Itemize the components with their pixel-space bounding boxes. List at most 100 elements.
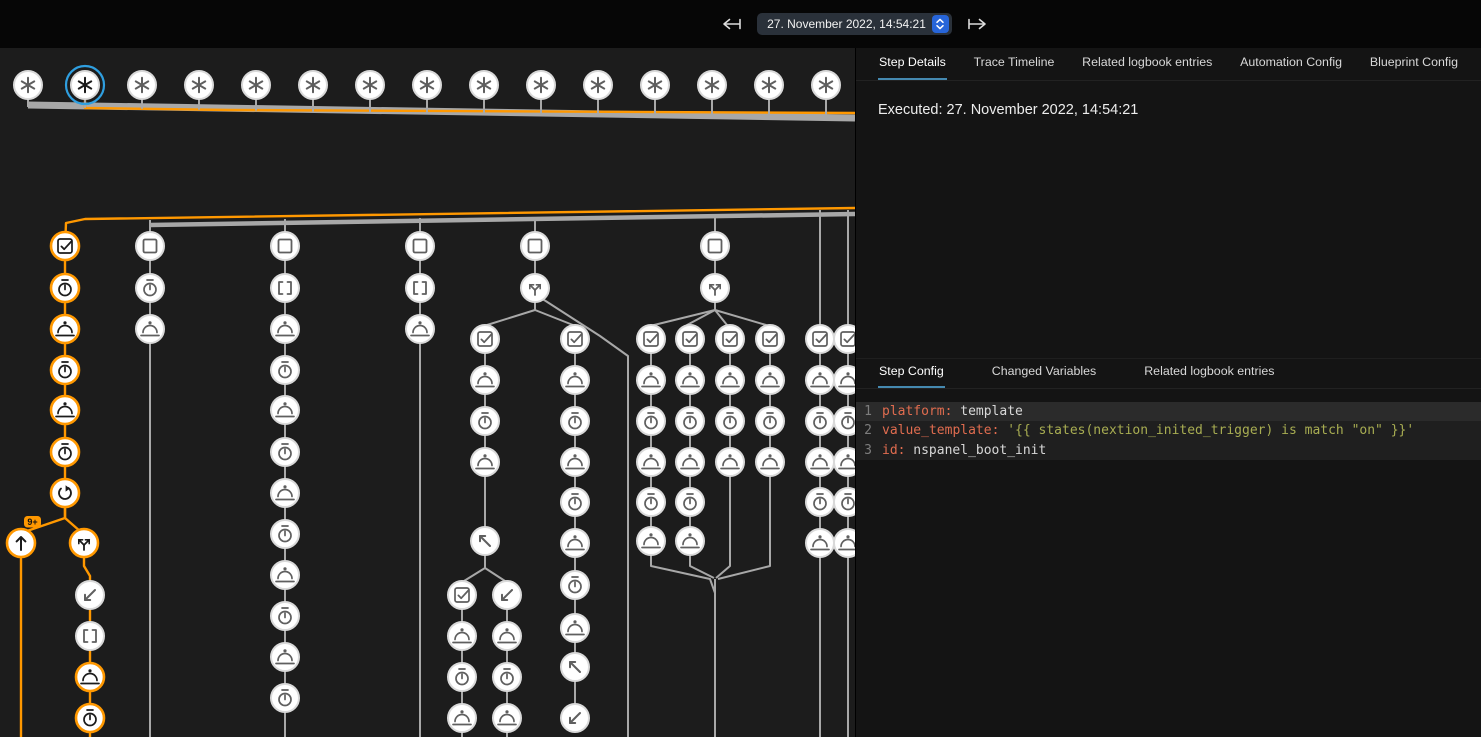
tab-trace-timeline[interactable]: Trace Timeline: [973, 55, 1056, 80]
trace-node-bell[interactable]: [271, 561, 299, 589]
trace-node-timer[interactable]: [271, 356, 299, 384]
trace-node-check[interactable]: [716, 325, 744, 353]
trace-node-bell[interactable]: [493, 622, 521, 650]
trace-node-square[interactable]: [701, 232, 729, 260]
trace-node-bell[interactable]: [637, 448, 665, 476]
trace-node-square[interactable]: [136, 232, 164, 260]
trace-node-bell[interactable]: [448, 622, 476, 650]
trace-node-asterisk[interactable]: [470, 71, 498, 99]
trace-node-bell[interactable]: [676, 448, 704, 476]
trace-node-check[interactable]: [561, 325, 589, 353]
trace-graph[interactable]: 9+: [0, 48, 856, 737]
trace-node-repeat[interactable]: [51, 479, 79, 507]
trace-node-timer[interactable]: [676, 407, 704, 435]
trace-node-timer[interactable]: [561, 407, 589, 435]
next-run-icon[interactable]: [966, 17, 990, 31]
trace-node-asterisk[interactable]: [527, 71, 555, 99]
trace-node-bell[interactable]: [51, 396, 79, 424]
trace-node-timer[interactable]: [51, 356, 79, 384]
trace-node-timer[interactable]: [76, 704, 104, 732]
trace-node-bell[interactable]: [561, 614, 589, 642]
trace-node-bell[interactable]: [756, 366, 784, 394]
trace-node-asterisk[interactable]: [755, 71, 783, 99]
trace-node-timer[interactable]: [637, 488, 665, 516]
trace-node-bell[interactable]: [561, 366, 589, 394]
trace-node-bell[interactable]: [76, 663, 104, 691]
trace-node-bell[interactable]: [561, 529, 589, 557]
trace-node-asterisk[interactable]: [584, 71, 612, 99]
trace-node-bell[interactable]: [136, 315, 164, 343]
trace-node-timer[interactable]: [471, 407, 499, 435]
trace-node-check[interactable]: [448, 581, 476, 609]
tab-changed-variables[interactable]: Changed Variables: [991, 364, 1097, 388]
trace-node-arrow-sw[interactable]: [76, 581, 104, 609]
trace-node-timer[interactable]: [493, 663, 521, 691]
trace-node-square[interactable]: [521, 232, 549, 260]
trace-node-timer[interactable]: [834, 488, 856, 516]
trace-node-split[interactable]: [701, 274, 729, 302]
trace-node-asterisk[interactable]: [641, 71, 669, 99]
trace-node-split[interactable]: [521, 274, 549, 302]
trace-node-bell[interactable]: [716, 366, 744, 394]
trace-node-check[interactable]: [756, 325, 784, 353]
trace-node-bell[interactable]: [637, 527, 665, 555]
trace-node-check[interactable]: [806, 325, 834, 353]
trace-node-timer[interactable]: [51, 274, 79, 302]
tab-step-details[interactable]: Step Details: [878, 55, 947, 80]
trace-node-asterisk[interactable]: [356, 71, 384, 99]
trace-node-asterisk[interactable]: [413, 71, 441, 99]
trace-node-timer[interactable]: [448, 663, 476, 691]
tab-related-logbook-entries[interactable]: Related logbook entries: [1081, 55, 1213, 80]
trace-node-brackets[interactable]: [406, 274, 434, 302]
trace-node-timer[interactable]: [806, 488, 834, 516]
trace-node-timer[interactable]: [806, 407, 834, 435]
tab-related-logbook-entries-2[interactable]: Related logbook entries: [1143, 364, 1275, 388]
trace-node-check[interactable]: [471, 325, 499, 353]
trace-node-asterisk[interactable]: [128, 71, 156, 99]
trace-node-bell[interactable]: [448, 704, 476, 732]
trace-node-bell[interactable]: [806, 529, 834, 557]
trace-node-bell[interactable]: [271, 396, 299, 424]
trace-node-bell[interactable]: [806, 366, 834, 394]
trace-node-timer[interactable]: [637, 407, 665, 435]
trace-node-bell[interactable]: [493, 704, 521, 732]
trace-node-check[interactable]: [676, 325, 704, 353]
trace-node-arrow-sw[interactable]: [493, 581, 521, 609]
trace-node-timer[interactable]: [271, 520, 299, 548]
trace-node-timer[interactable]: [271, 438, 299, 466]
trace-node-check[interactable]: [834, 325, 856, 353]
trace-node-timer[interactable]: [271, 684, 299, 712]
trace-node-timer[interactable]: [716, 407, 744, 435]
trace-node-bell[interactable]: [51, 315, 79, 343]
trace-node-arrow-nw[interactable]: [471, 527, 499, 555]
trace-node-split[interactable]: [70, 529, 98, 557]
trace-node-brackets[interactable]: [76, 622, 104, 650]
trace-node-timer[interactable]: [561, 571, 589, 599]
trace-node-bell[interactable]: [271, 643, 299, 671]
trace-node-check[interactable]: [637, 325, 665, 353]
trace-node-bell[interactable]: [637, 366, 665, 394]
trace-node-asterisk[interactable]: [299, 71, 327, 99]
trace-node-asterisk[interactable]: [66, 66, 104, 104]
tab-automation-config[interactable]: Automation Config: [1239, 55, 1343, 80]
trace-node-bell[interactable]: [834, 366, 856, 394]
trace-node-arrow-up[interactable]: 9+: [7, 516, 41, 557]
trace-node-bell[interactable]: [716, 448, 744, 476]
trace-node-arrow-nw[interactable]: [561, 653, 589, 681]
trace-node-bell[interactable]: [561, 448, 589, 476]
trace-node-square[interactable]: [406, 232, 434, 260]
trace-node-bell[interactable]: [271, 479, 299, 507]
trace-node-asterisk[interactable]: [812, 71, 840, 99]
trace-node-timer[interactable]: [136, 274, 164, 302]
tab-step-config[interactable]: Step Config: [878, 364, 945, 388]
trace-node-timer[interactable]: [561, 488, 589, 516]
trace-node-timer[interactable]: [834, 407, 856, 435]
trace-node-bell[interactable]: [806, 448, 834, 476]
trace-node-bell[interactable]: [834, 448, 856, 476]
trace-node-check[interactable]: [51, 232, 79, 260]
trace-node-timer[interactable]: [271, 602, 299, 630]
trace-node-bell[interactable]: [756, 448, 784, 476]
trace-node-bell[interactable]: [271, 315, 299, 343]
trace-node-asterisk[interactable]: [242, 71, 270, 99]
trace-node-brackets[interactable]: [271, 274, 299, 302]
